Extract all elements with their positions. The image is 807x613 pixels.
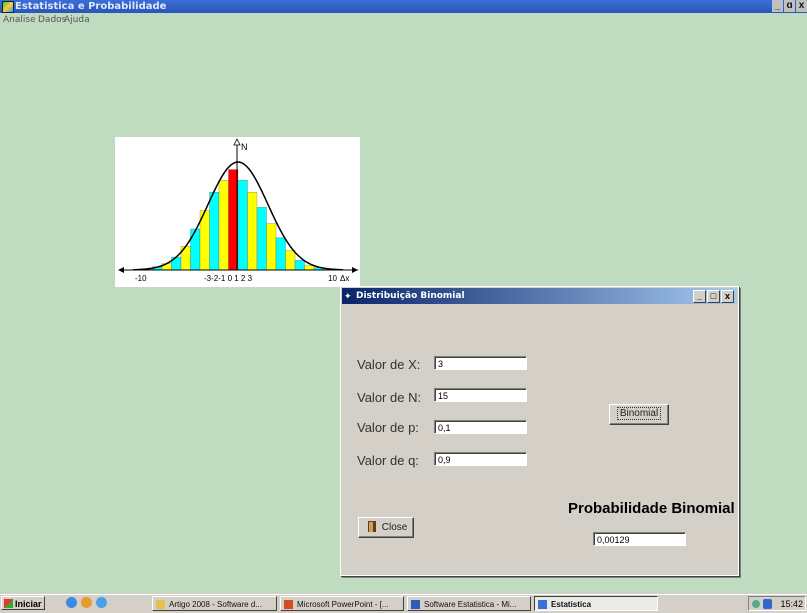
dialog-maximize-button[interactable]: □ xyxy=(707,290,720,303)
histogram-bar xyxy=(285,250,296,271)
dialog-controls: _ □ x xyxy=(693,290,734,303)
x-axis-left-arrow xyxy=(118,267,124,273)
input-valor-x[interactable]: 3 xyxy=(434,356,527,370)
histogram-bar xyxy=(275,237,286,271)
result-title: Probabilidade Binomial xyxy=(568,500,735,517)
system-tray: 15:42 xyxy=(748,596,806,611)
word-icon xyxy=(411,600,420,609)
binomial-button[interactable]: Binomial xyxy=(609,404,669,425)
result-field: 0,00129 xyxy=(593,532,686,546)
tick-label-center: -3-2-1 0 1 2 3 xyxy=(204,274,253,283)
task-word[interactable]: Software Estatistica - Mi... xyxy=(407,596,531,611)
task-estatistica[interactable]: Estatistica xyxy=(534,596,658,611)
histogram-bar xyxy=(294,260,305,271)
app-title-bar: Estatistica e Probabilidade _ ɑ x xyxy=(0,0,807,13)
task-powerpoint-label: Microsoft PowerPoint - [... xyxy=(297,600,389,609)
windows-flag-icon xyxy=(4,599,13,608)
dialog-title: Distribuição Binomial xyxy=(356,291,465,301)
axis-label-dx: Δx xyxy=(340,274,349,283)
binomial-dialog: ✦ Distribuição Binomial _ □ x Valor de X… xyxy=(340,286,739,576)
dialog-title-bar[interactable]: ✦ Distribuição Binomial _ □ x xyxy=(342,288,737,304)
histogram-bar xyxy=(247,192,258,271)
input-valor-n[interactable]: 15 xyxy=(434,388,527,402)
clock: 15:42 xyxy=(780,599,803,609)
label-valor-p: Valor de p: xyxy=(357,420,419,435)
minimize-button[interactable]: _ xyxy=(772,0,783,12)
input-valor-p[interactable]: 0,1 xyxy=(434,420,527,434)
histogram-bar xyxy=(256,207,267,271)
task-artigo[interactable]: Artigo 2008 - Software d... xyxy=(152,596,277,611)
network-icon[interactable] xyxy=(752,600,760,608)
door-icon xyxy=(368,521,376,532)
histogram-bar xyxy=(304,265,315,271)
dialog-icon: ✦ xyxy=(344,291,352,301)
media-icon[interactable] xyxy=(81,597,92,608)
app-icon xyxy=(2,1,14,13)
powerpoint-icon xyxy=(284,600,293,609)
window-controls: _ ɑ x xyxy=(772,0,807,13)
axis-label-n: N xyxy=(241,142,248,152)
task-artigo-label: Artigo 2008 - Software d... xyxy=(169,600,262,609)
y-axis-arrow xyxy=(233,138,241,146)
x-axis-right-arrow xyxy=(352,267,358,273)
menu-analise[interactable]: Analise xyxy=(3,15,36,25)
close-window-button[interactable]: x xyxy=(796,0,807,12)
menu-ajuda[interactable]: Ajuda xyxy=(64,15,90,25)
histogram-bar xyxy=(190,228,201,271)
taskbar: Iniciar Artigo 2008 - Software d... Micr… xyxy=(0,594,807,613)
messenger-icon[interactable] xyxy=(96,597,107,608)
histogram-bar xyxy=(266,223,277,271)
histogram-bar xyxy=(209,192,220,271)
start-button[interactable]: Iniciar xyxy=(1,596,45,610)
folder-icon xyxy=(156,600,165,609)
distribution-image: N -10 -3-2-1 0 1 2 3 10 Δx xyxy=(115,137,360,287)
start-label: Iniciar xyxy=(15,599,42,609)
app-task-icon xyxy=(538,600,547,609)
input-valor-q[interactable]: 0,9 xyxy=(434,452,527,466)
distribution-chart: N -10 -3-2-1 0 1 2 3 10 Δx xyxy=(118,138,358,283)
label-valor-q: Valor de q: xyxy=(357,453,419,468)
binomial-button-label: Binomial xyxy=(616,407,662,420)
histogram-bar xyxy=(218,180,229,271)
tick-label-left: -10 xyxy=(135,274,147,283)
app-title: Estatistica e Probabilidade xyxy=(15,1,167,12)
dialog-minimize-button[interactable]: _ xyxy=(693,290,706,303)
histogram-bar xyxy=(237,180,248,271)
close-button-label: Close xyxy=(381,522,408,533)
dialog-close-button[interactable]: x xyxy=(721,290,734,303)
task-powerpoint[interactable]: Microsoft PowerPoint - [... xyxy=(280,596,404,611)
label-valor-n: Valor de N: xyxy=(357,390,422,405)
tick-label-right: 10 xyxy=(328,274,337,283)
close-button[interactable]: Close xyxy=(358,517,414,538)
menu-dados[interactable]: Dados xyxy=(38,15,66,25)
restore-button[interactable]: ɑ xyxy=(784,0,795,12)
security-icon[interactable] xyxy=(763,599,772,609)
ie-icon[interactable] xyxy=(66,597,77,608)
task-word-label: Software Estatistica - Mi... xyxy=(424,600,517,609)
label-valor-x: Valor de X: xyxy=(357,357,421,372)
menu-bar: Analise Dados Ajuda xyxy=(0,13,807,29)
task-estatistica-label: Estatistica xyxy=(551,600,592,609)
